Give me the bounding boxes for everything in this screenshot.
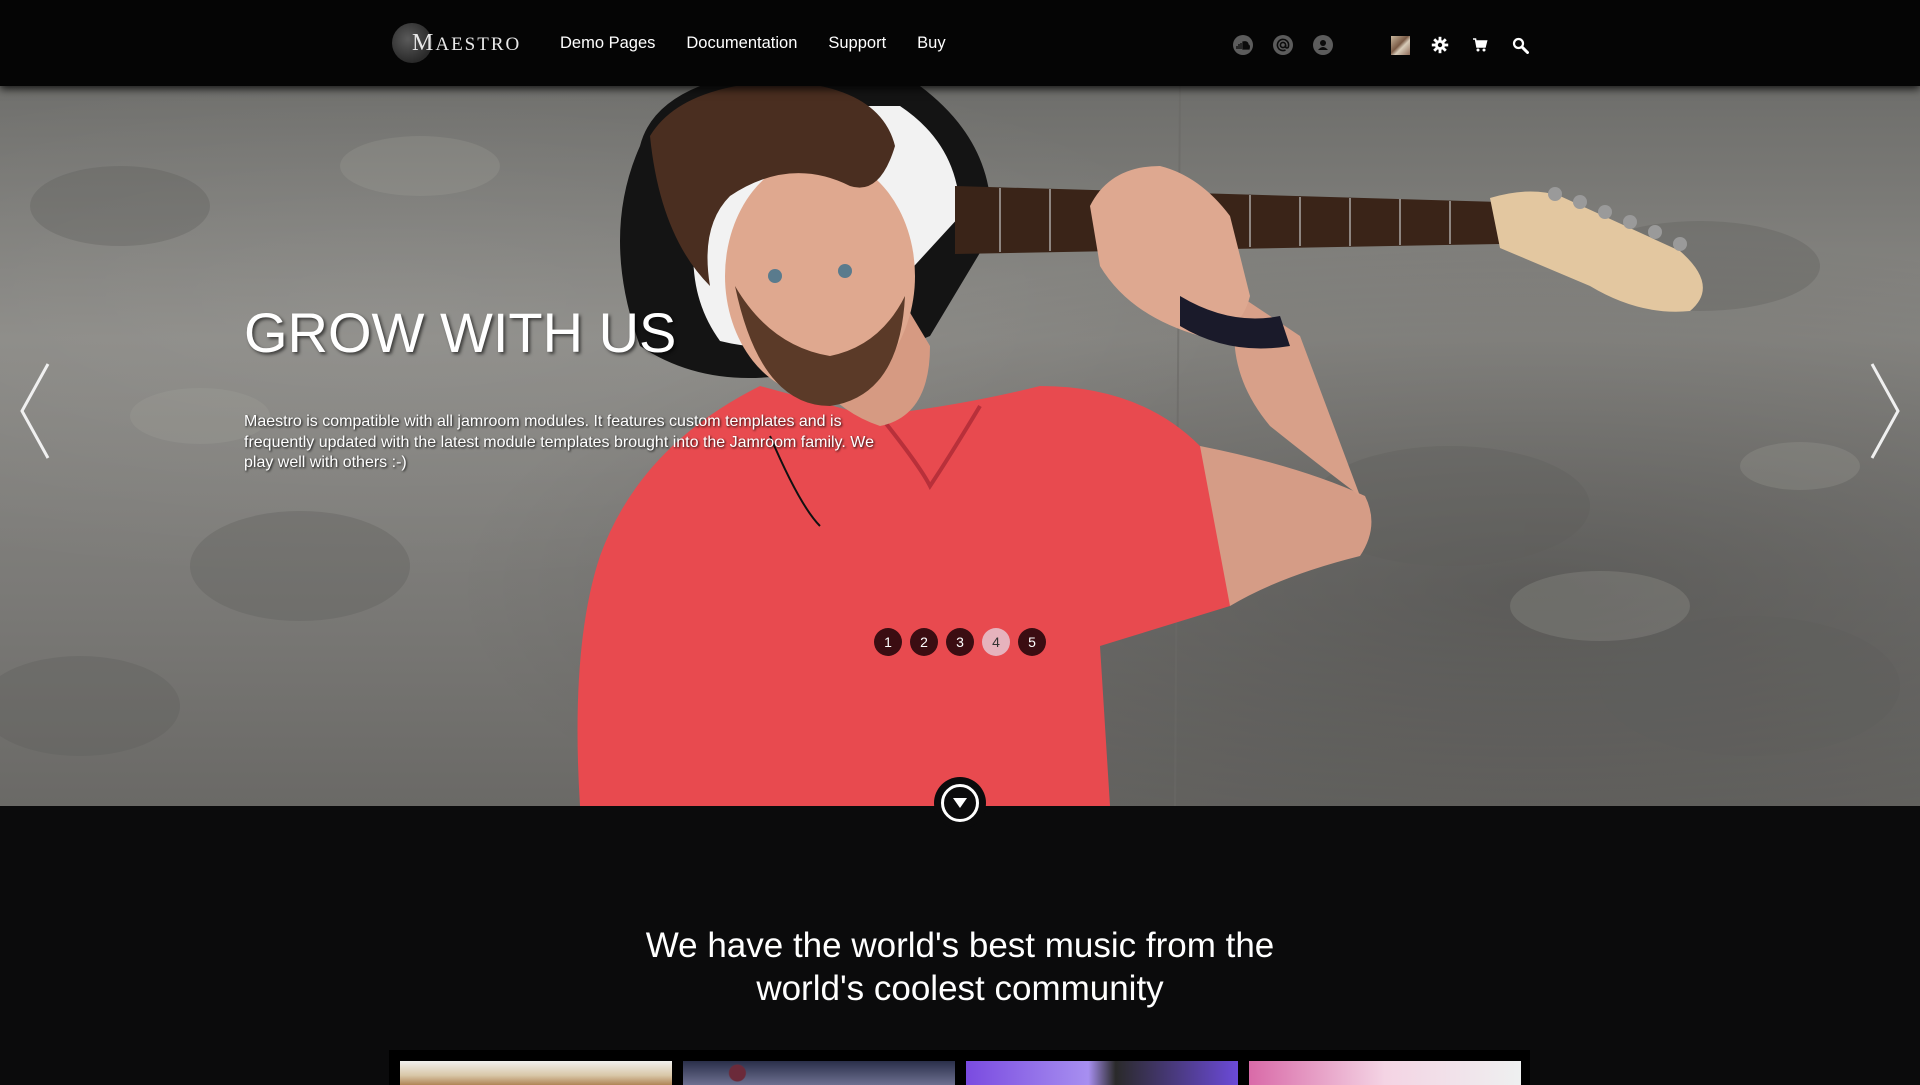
- hero-title: GROW WITH US: [244, 301, 677, 364]
- headline-line-1: We have the world's best music from the: [645, 926, 1275, 965]
- section-headline: We have the world's best music from the …: [560, 924, 1360, 1010]
- headline-line-2: world's coolest community: [756, 969, 1164, 1008]
- top-header: MAESTRO Demo Pages Documentation Support…: [0, 0, 1920, 86]
- nav-support[interactable]: Support: [828, 34, 886, 53]
- gallery-thumb-2[interactable]: [683, 1061, 955, 1085]
- avatar-image: [1390, 35, 1410, 55]
- next-slide-arrow[interactable]: [1864, 356, 1904, 466]
- slide-dot-5[interactable]: 5: [1018, 628, 1046, 656]
- scroll-down-button[interactable]: [934, 777, 986, 829]
- at-icon[interactable]: [1273, 35, 1293, 55]
- main-nav: Demo Pages Documentation Support Buy: [560, 34, 977, 53]
- profile-icon[interactable]: [1313, 35, 1333, 55]
- prev-slide-arrow[interactable]: [16, 356, 56, 466]
- cart-icon[interactable]: [1470, 35, 1490, 55]
- slide-dot-3[interactable]: 3: [946, 628, 974, 656]
- soundcloud-icon[interactable]: [1233, 35, 1253, 55]
- nav-buy[interactable]: Buy: [917, 34, 945, 53]
- gallery-thumb-3[interactable]: [966, 1061, 1238, 1085]
- hero-description: Maestro is compatible with all jamroom m…: [244, 413, 874, 471]
- slide-dot-2[interactable]: 2: [910, 628, 938, 656]
- featured-gallery: [389, 1050, 1530, 1085]
- gallery-thumb-1[interactable]: [400, 1061, 672, 1085]
- hero-slider: GROW WITH US Maestro is compatible with …: [0, 86, 1920, 806]
- gear-icon[interactable]: [1430, 35, 1450, 55]
- search-icon[interactable]: [1510, 35, 1530, 55]
- slide-dot-1[interactable]: 1: [874, 628, 902, 656]
- slide-pagination: 1 2 3 4 5: [874, 628, 1054, 656]
- guitar-headstock: [1490, 191, 1703, 312]
- logo-text: MAESTRO: [412, 30, 521, 57]
- nav-documentation[interactable]: Documentation: [686, 34, 797, 53]
- site-logo[interactable]: MAESTRO: [392, 23, 521, 63]
- logo-rest: AESTRO: [435, 33, 522, 55]
- user-tools: [1390, 35, 1550, 55]
- hand: [1090, 166, 1250, 336]
- nav-demo-pages[interactable]: Demo Pages: [560, 34, 655, 53]
- user-avatar[interactable]: [1390, 35, 1410, 55]
- logo-initial: M: [412, 29, 436, 56]
- chevron-down-icon: [941, 784, 979, 822]
- social-links: [1233, 35, 1353, 55]
- gallery-thumb-4[interactable]: [1249, 1061, 1521, 1085]
- slide-dot-4[interactable]: 4: [982, 628, 1010, 656]
